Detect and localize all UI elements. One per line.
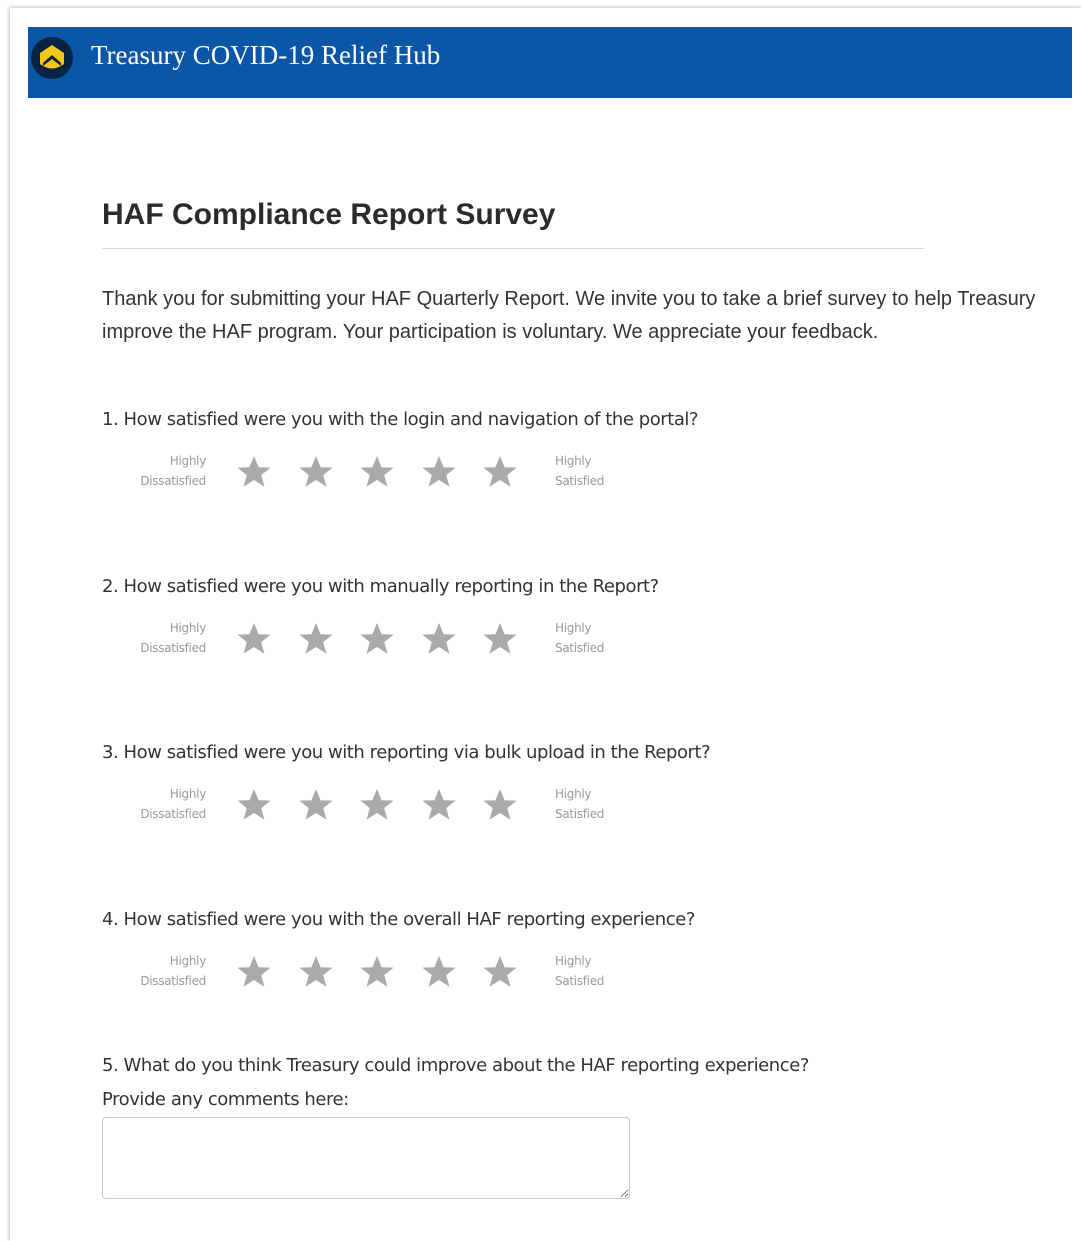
star-icon[interactable] (359, 954, 395, 990)
star-icon[interactable] (421, 621, 457, 657)
star-icon[interactable] (421, 454, 457, 490)
star-icon[interactable] (236, 621, 272, 657)
question-3-rating: Highly Dissatisfied Highly Satisfied (102, 783, 642, 827)
site-title[interactable]: Treasury COVID-19 Relief Hub (91, 40, 440, 71)
star-icon[interactable] (236, 787, 272, 823)
star-icon[interactable] (236, 954, 272, 990)
treasury-shield-icon[interactable] (30, 36, 74, 80)
scale-low-label: Highly Dissatisfied (140, 954, 206, 988)
page-title: HAF Compliance Report Survey (102, 198, 556, 231)
question-2-rating: Highly Dissatisfied Highly Satisfied (102, 617, 642, 661)
star-icon[interactable] (421, 787, 457, 823)
scale-high-label: Highly Satisfied (555, 454, 605, 488)
star-icon[interactable] (482, 787, 518, 823)
scale-high-label: Highly Satisfied (555, 787, 605, 821)
comments-textarea[interactable] (102, 1117, 630, 1199)
star-icon[interactable] (482, 454, 518, 490)
question-4-rating: Highly Dissatisfied Highly Satisfied (102, 950, 642, 994)
question-1-rating: Highly Dissatisfied Highly Satisfied (102, 450, 642, 494)
scale-low-label: Highly Dissatisfied (140, 454, 206, 488)
star-icon[interactable] (482, 954, 518, 990)
question-1-text: 1. How satisfied were you with the login… (102, 409, 699, 430)
star-icon[interactable] (421, 954, 457, 990)
star-icon[interactable] (298, 454, 334, 490)
scale-low-label: Highly Dissatisfied (140, 621, 206, 655)
scale-high-label: Highly Satisfied (555, 954, 605, 988)
question-5-text: 5. What do you think Treasury could impr… (102, 1055, 809, 1076)
star-icon[interactable] (482, 621, 518, 657)
comments-label: Provide any comments here: (102, 1089, 349, 1110)
star-icon[interactable] (298, 954, 334, 990)
scale-high-label: Highly Satisfied (555, 621, 605, 655)
star-icon[interactable] (298, 621, 334, 657)
star-icon[interactable] (359, 454, 395, 490)
question-2-text: 2. How satisfied were you with manually … (102, 576, 659, 597)
question-3-text: 3. How satisfied were you with reporting… (102, 742, 711, 763)
survey-intro: Thank you for submitting your HAF Quarte… (102, 288, 1036, 343)
star-icon[interactable] (359, 621, 395, 657)
star-icon[interactable] (298, 787, 334, 823)
star-icon[interactable] (236, 454, 272, 490)
star-icon[interactable] (359, 787, 395, 823)
question-4-text: 4. How satisfied were you with the overa… (102, 909, 695, 930)
scale-low-label: Highly Dissatisfied (140, 787, 206, 821)
site-header: Treasury COVID-19 Relief Hub (28, 27, 1072, 98)
title-divider (102, 248, 924, 249)
